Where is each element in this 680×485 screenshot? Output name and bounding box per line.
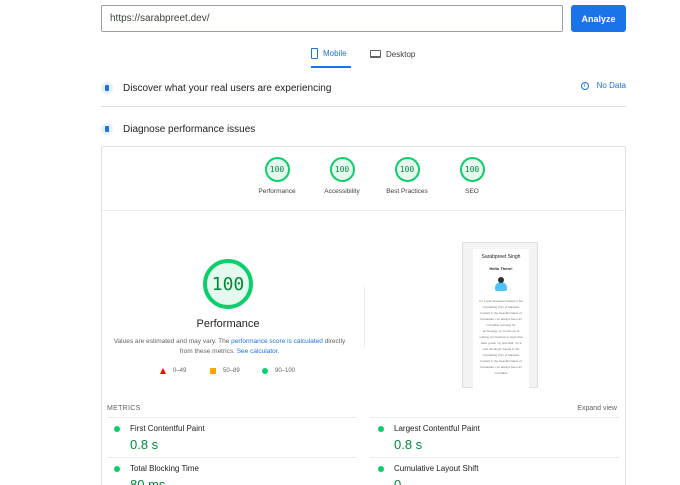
report-card: 100 Performance 100 Accessibility 100 Be… (101, 146, 626, 485)
pass-circle-icon (114, 466, 120, 472)
laptop-icon (370, 50, 381, 58)
metric-lcp-value: 0.8 s (394, 437, 423, 452)
field-data-title: Discover what your real users are experi… (123, 82, 332, 94)
expand-view-button[interactable]: Expand view (577, 405, 617, 412)
gauge-accessibility-label: Accessibility (324, 188, 360, 195)
gauge-best-practices[interactable]: 100 Best Practices (377, 157, 437, 195)
metric-cls-name: Cumulative Layout Shift (394, 464, 479, 473)
preview-avatar-icon (493, 276, 509, 292)
gauge-best-practices-score: 100 (394, 157, 420, 182)
gauge-seo[interactable]: 100 SEO (442, 157, 502, 195)
gauge-performance-score: 100 (264, 157, 290, 182)
card-divider (102, 210, 625, 211)
performance-title: Performance (196, 318, 260, 330)
gauge-best-practices-label: Best Practices (386, 188, 428, 195)
analyze-button[interactable]: Analyze (571, 5, 626, 32)
metric-line (107, 417, 357, 418)
metrics-header: METRICS (107, 405, 141, 412)
metric-cls-value: 0 (394, 477, 402, 485)
final-screenshot: Sarabpreet Singh Hello There! I'm a web … (462, 242, 538, 389)
category-gauges: 100 Performance 100 Accessibility 100 Be… (247, 157, 487, 212)
legend-average: 50–89 (210, 368, 240, 374)
gauge-accessibility-score: 100 (329, 157, 355, 182)
preview-greeting: Hello There! (489, 266, 513, 271)
no-data-indicator[interactable]: i No Data (580, 81, 626, 90)
mobile-phone-icon (311, 47, 318, 59)
gauge-seo-score: 100 (459, 157, 485, 182)
average-square-icon (210, 368, 216, 374)
tab-mobile-label: Mobile (323, 48, 347, 58)
metric-lcp-name: Largest Contentful Paint (394, 424, 480, 433)
pass-circle-icon (262, 368, 268, 374)
pass-circle-icon (378, 466, 384, 472)
metric-line (370, 417, 620, 418)
score-legend: 0–49 50–89 90–100 (160, 368, 310, 378)
tab-desktop-label: Desktop (386, 49, 416, 59)
tab-desktop[interactable]: Desktop (370, 40, 430, 68)
field-data-section: Discover what your real users are experi… (101, 78, 626, 98)
vertical-divider (364, 287, 365, 347)
legend-fail: 0–49 (160, 368, 186, 374)
pass-circle-icon (378, 426, 384, 432)
gauge-performance[interactable]: 100 Performance (247, 157, 307, 195)
info-icon: i (580, 81, 589, 90)
preview-text: I'm a web developer based in the Combati… (479, 299, 523, 375)
metric-tbt-name: Total Blocking Time (130, 464, 199, 473)
score-calculated-link[interactable]: performance score is calculated (231, 338, 323, 345)
metric-line (370, 457, 620, 458)
diagnose-icon (101, 123, 113, 135)
lab-data-title: Diagnose performance issues (123, 123, 256, 135)
screenshot-page: Sarabpreet Singh Hello There! I'm a web … (473, 249, 529, 389)
legend-average-label: 50–89 (223, 368, 240, 374)
metric-line (107, 457, 357, 458)
pass-circle-icon (114, 426, 120, 432)
metric-fcp-name: First Contentful Paint (130, 424, 205, 433)
see-calculator-link[interactable]: See calculator. (237, 348, 280, 355)
gauge-seo-label: SEO (465, 188, 479, 195)
gauge-performance-label: Performance (258, 188, 296, 195)
performance-note: Values are estimated and may vary. The p… (112, 337, 347, 357)
tab-mobile[interactable]: Mobile (311, 40, 351, 68)
gauge-accessibility[interactable]: 100 Accessibility (312, 157, 372, 195)
no-data-label: No Data (596, 81, 626, 90)
legend-pass-label: 90–100 (275, 368, 296, 374)
metric-fcp-value: 0.8 s (130, 437, 159, 452)
preview-name: Sarabpreet Singh (481, 254, 521, 260)
url-input[interactable]: https://sarabpreet.dev/ (101, 5, 563, 32)
legend-pass: 90–100 (262, 368, 295, 374)
metric-tbt-value: 80 ms (130, 477, 166, 485)
fail-triangle-icon (160, 368, 166, 374)
url-form: https://sarabpreet.dev/ Analyze (101, 5, 626, 32)
legend-fail-label: 0–49 (173, 368, 187, 374)
section-divider (101, 106, 626, 107)
lab-data-section: Diagnose performance issues (101, 119, 626, 139)
users-experience-icon (101, 82, 113, 94)
note-prefix: Values are estimated and may vary. The (113, 338, 232, 345)
performance-score-gauge: 100 (203, 259, 253, 309)
